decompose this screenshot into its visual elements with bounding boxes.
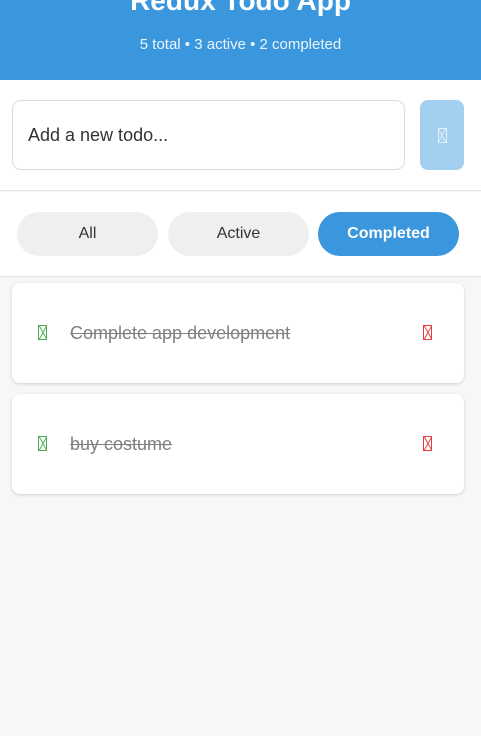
filter-all-button[interactable]: All — [17, 212, 158, 256]
app-header: Redux Todo App 5 total • 3 active • 2 co… — [0, 0, 481, 80]
todo-text: Complete app development — [70, 323, 291, 343]
app-title: Redux Todo App — [130, 0, 351, 16]
todo-stats: 5 total • 3 active • 2 completed — [139, 36, 342, 53]
todo-item: Complete app development — [12, 283, 464, 383]
new-todo-input[interactable] — [12, 100, 405, 170]
trash-icon[interactable] — [423, 325, 432, 340]
add-todo-bar — [0, 80, 481, 191]
filter-completed-button[interactable]: Completed — [318, 212, 459, 256]
check-icon[interactable] — [38, 325, 47, 340]
todo-item: buy costume — [12, 394, 464, 494]
trash-icon[interactable] — [423, 436, 432, 451]
check-icon[interactable] — [38, 436, 47, 451]
plus-icon — [437, 127, 447, 143]
filter-bar: All Active Completed — [0, 192, 481, 277]
todo-text: buy costume — [70, 434, 173, 454]
filter-active-button[interactable]: Active — [168, 212, 309, 256]
add-todo-button[interactable] — [420, 100, 464, 170]
